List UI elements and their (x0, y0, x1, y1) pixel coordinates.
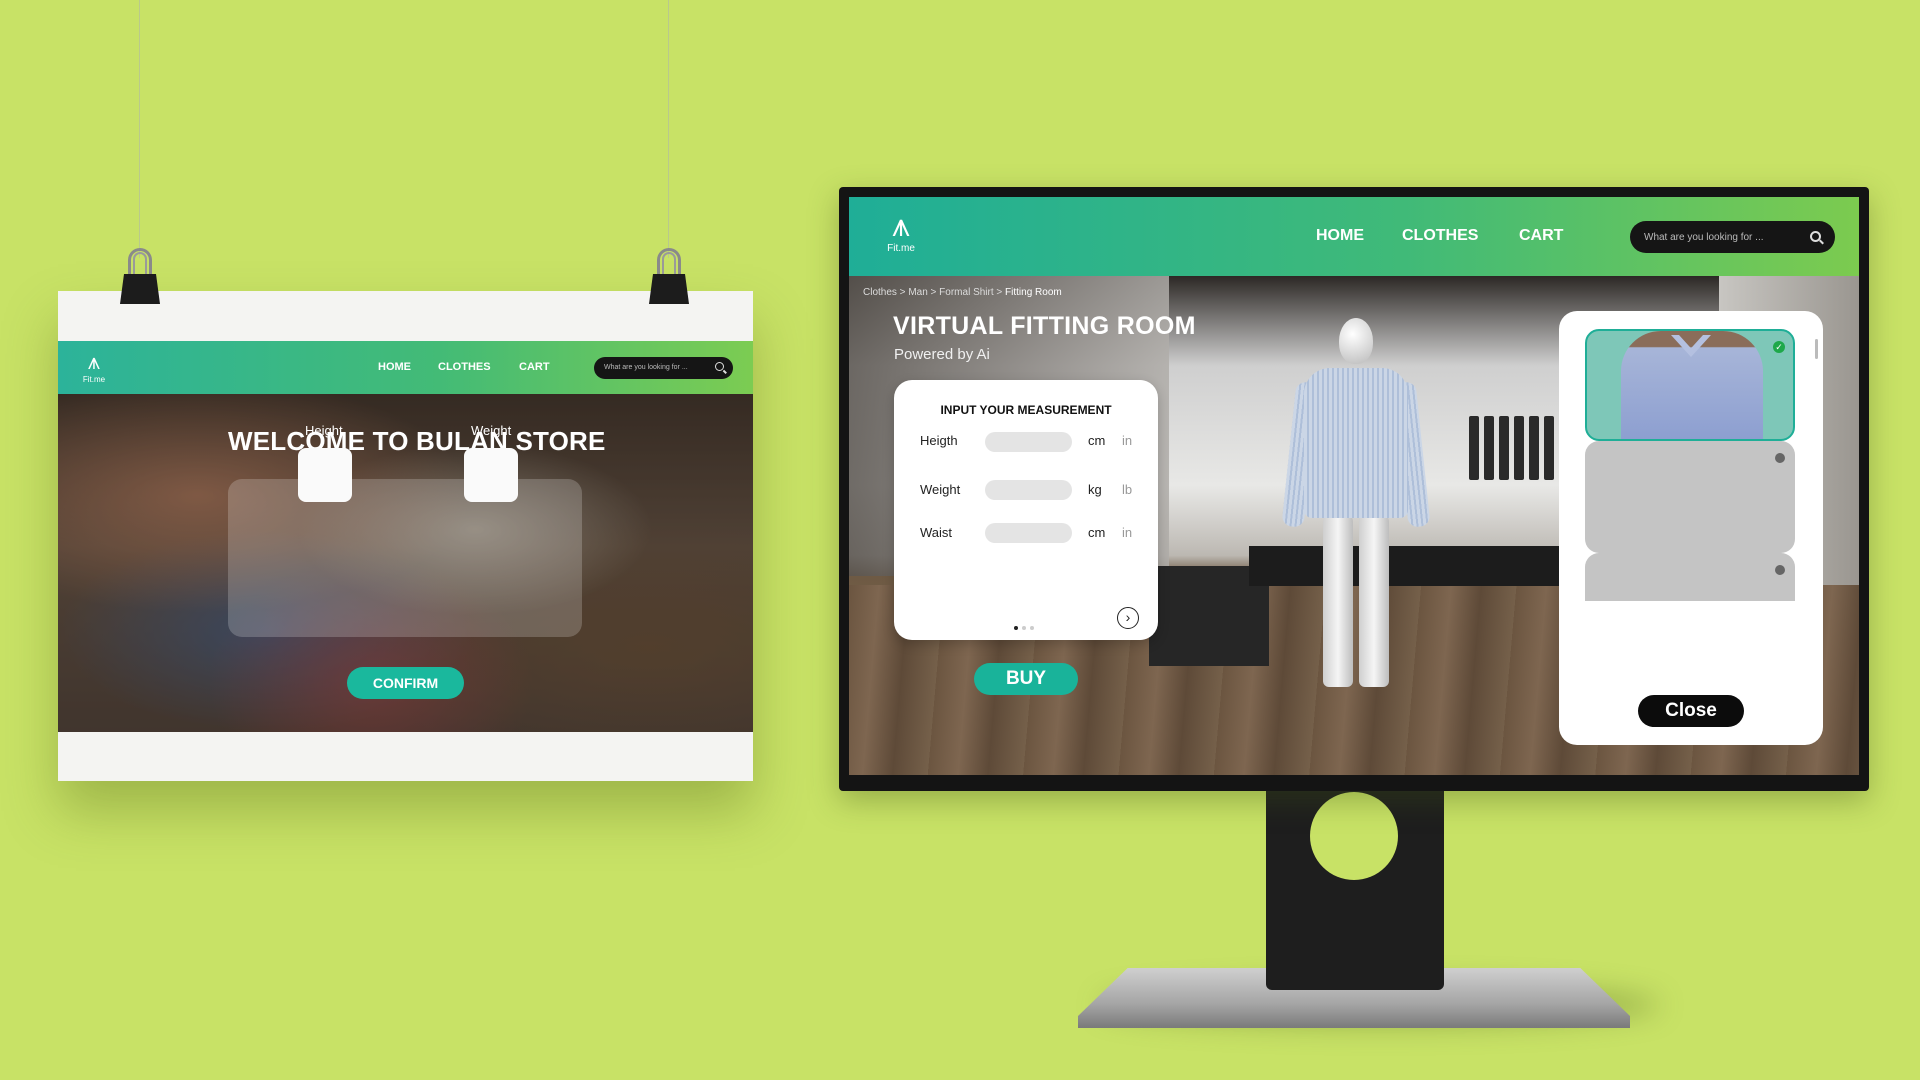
nav-home[interactable]: HOME (1316, 227, 1364, 245)
logo-text: Fit.me (887, 243, 915, 254)
nav-clothes[interactable]: CLOTHES (1402, 227, 1478, 245)
mannequin-head (1339, 318, 1373, 364)
pagination-dots[interactable] (1014, 617, 1038, 635)
logo[interactable]: ⩚ Fit.me (883, 209, 919, 254)
binder-clip-left (120, 248, 160, 304)
poster-confirm-button[interactable]: CONFIRM (347, 667, 464, 699)
measurement-title: INPUT YOUR MEASUREMENT (940, 403, 1112, 417)
monitor-screen: ⩚ Fit.me HOME CLOTHES CART What are you … (849, 197, 1859, 775)
page-title: VIRTUAL FITTING ROOM (893, 312, 1196, 340)
poster-logo-text: Fit.me (82, 375, 106, 384)
hanging-string-right (668, 0, 669, 258)
weight-unit-kg[interactable]: kg (1088, 482, 1102, 497)
mannequin-shirt (1304, 368, 1408, 518)
breadcrumb-man[interactable]: Man (908, 287, 927, 298)
mannequin-legs (1317, 512, 1395, 687)
buy-button[interactable]: BUY (974, 663, 1078, 695)
breadcrumb-formal-shirt[interactable]: Formal Shirt (939, 287, 993, 298)
breadcrumb-fitting-room: Fitting Room (1005, 287, 1062, 298)
close-button[interactable]: Close (1638, 695, 1744, 727)
height-label: Heigth (920, 433, 958, 448)
breadcrumb-clothes[interactable]: Clothes (863, 287, 897, 298)
search-icon[interactable] (715, 362, 724, 371)
panel-scrollbar[interactable] (1815, 339, 1818, 359)
monitor-stand-hole (1310, 792, 1398, 880)
poster-logo[interactable]: ⩚ Fit.me (80, 349, 108, 385)
outfit-card[interactable] (1585, 441, 1795, 553)
radio-dot-icon (1775, 453, 1785, 463)
poster-nav-home[interactable]: HOME (378, 361, 411, 373)
poster-measure-panel (228, 479, 582, 637)
poster-nav-cart[interactable]: CART (519, 361, 550, 373)
hanging-string-left (139, 0, 140, 258)
poster-search-placeholder: What are you looking for ... (604, 364, 688, 371)
waist-field[interactable] (985, 523, 1072, 543)
height-field[interactable] (985, 432, 1072, 452)
search-placeholder: What are you looking for ... (1644, 232, 1764, 243)
weight-label: Weight (920, 482, 961, 497)
waist-unit-in[interactable]: in (1122, 525, 1132, 540)
weight-field[interactable] (985, 480, 1072, 500)
search-icon[interactable] (1810, 231, 1821, 242)
next-arrow-icon[interactable]: › (1117, 607, 1139, 629)
poster-search-input[interactable]: What are you looking for ... (594, 357, 733, 379)
binder-clip-right (649, 248, 689, 304)
nav-cart[interactable]: CART (1519, 227, 1563, 245)
outfit-picker-panel: ✓ Close (1559, 311, 1823, 745)
height-unit-in[interactable]: in (1122, 433, 1132, 448)
poster-hero-image: WELCOME TO BULAN STORE Height Weight CON… (58, 394, 753, 732)
poster-mockup: ⩚ Fit.me HOME CLOTHES CART What are you … (58, 291, 753, 781)
poster-hero-title: WELCOME TO BULAN STORE (228, 426, 606, 456)
poster-navbar: ⩚ Fit.me HOME CLOTHES CART What are you … (58, 341, 753, 394)
weight-unit-lb[interactable]: lb (1122, 482, 1132, 497)
poster-height-input[interactable] (298, 448, 352, 502)
check-icon: ✓ (1773, 341, 1785, 353)
poster-weight-label: Weight (471, 423, 512, 438)
monitor: ⩚ Fit.me HOME CLOTHES CART What are you … (839, 187, 1869, 791)
search-input[interactable]: What are you looking for ... (1630, 221, 1835, 253)
page-subtitle: Powered by Ai (894, 346, 990, 363)
outfit-card-selected[interactable]: ✓ (1585, 329, 1795, 441)
waist-unit-cm[interactable]: cm (1088, 525, 1105, 540)
measurement-card: INPUT YOUR MEASUREMENT Heigth cm in Weig… (894, 380, 1158, 640)
waist-label: Waist (920, 525, 953, 540)
height-unit-cm[interactable]: cm (1088, 433, 1105, 448)
hanger-logo-icon: ⩚ (891, 207, 911, 243)
hanger-logo-icon: ⩚ (87, 349, 101, 374)
radio-dot-icon (1775, 565, 1785, 575)
poster-nav-clothes[interactable]: CLOTHES (438, 361, 491, 373)
outfit-card[interactable] (1585, 553, 1795, 601)
poster-weight-input[interactable] (464, 448, 518, 502)
breadcrumb: Clothes > Man > Formal Shirt > Fitting R… (863, 287, 1062, 298)
poster-height-label: Height (305, 423, 343, 438)
navbar: ⩚ Fit.me HOME CLOTHES CART What are you … (849, 197, 1859, 276)
